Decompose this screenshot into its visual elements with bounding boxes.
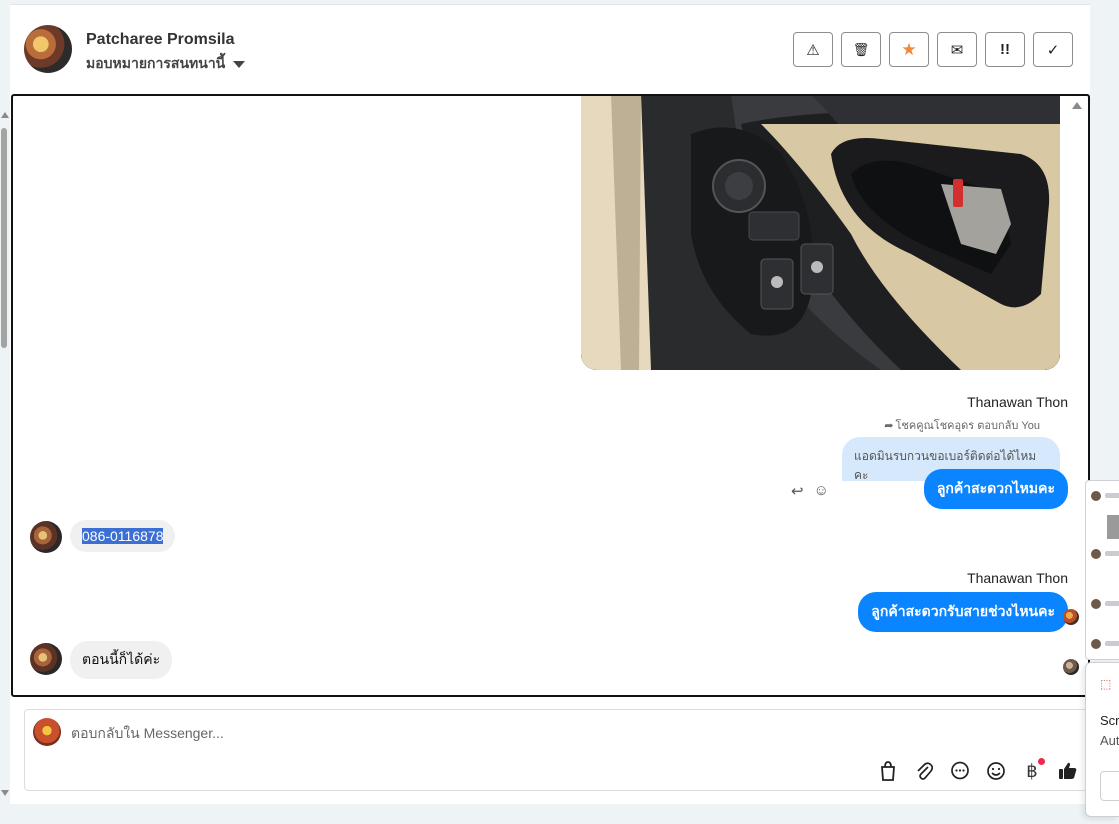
extension-logo-icon: ⬚	[1100, 677, 1112, 691]
sender-name: Thanawan Thon	[967, 394, 1068, 410]
preview-row	[1091, 639, 1119, 651]
envelope-open-icon: ✉	[950, 41, 964, 59]
page-avatar	[33, 718, 61, 746]
paperclip-icon[interactable]	[913, 760, 935, 782]
priority-button[interactable]: !!	[985, 32, 1025, 67]
conversation-toolbar: ⚠ 🗑 ★ ✉ !! ✓	[793, 32, 1073, 67]
caret-down-icon	[233, 60, 246, 68]
contact-avatar-small[interactable]	[30, 521, 62, 553]
reply-input[interactable]	[71, 720, 971, 746]
trash-icon: 🗑	[852, 41, 870, 57]
star-icon: ★	[901, 39, 917, 59]
preview-row	[1091, 599, 1119, 611]
delete-button[interactable]: 🗑	[841, 32, 881, 67]
outgoing-message[interactable]: ลูกค้าสะดวกไหมคะ	[923, 469, 1068, 509]
reply-icon[interactable]: ↩	[791, 482, 804, 500]
preview-row	[1091, 515, 1119, 539]
payment-baht-icon[interactable]: ฿	[1021, 758, 1045, 782]
incoming-message[interactable]: ตอนนี้ก็ได้ค่ะ	[70, 641, 173, 679]
reply-arrow-icon: ➦	[884, 419, 894, 432]
attached-photo-car-door[interactable]	[581, 96, 1060, 370]
assign-dropdown[interactable]: มอบหมายการสนทนานี้	[86, 53, 246, 75]
scroll-down-arrow-icon[interactable]	[1, 790, 9, 796]
assign-label: มอบหมายการสนทนานี้	[86, 55, 226, 71]
contact-name[interactable]: Patcharee Promsila	[86, 31, 235, 49]
car-door-image	[581, 96, 1060, 370]
sender-name: Thanawan Thon	[967, 570, 1068, 586]
floating-chat-preview[interactable]	[1085, 480, 1119, 660]
preview-row	[1091, 549, 1119, 561]
outgoing-message[interactable]: ลูกค้าสะดวกรับสายช่วงไหนคะ	[858, 592, 1068, 632]
thumbs-up-icon[interactable]	[1057, 760, 1079, 782]
message-thread[interactable]: Thanawan Thon ➦ โชคคูณโชคอุดร ตอบกลับ Yo…	[11, 94, 1090, 697]
warning-icon: ⚠	[806, 41, 820, 59]
reply-note-text: โชคคูณโชคอุดร ตอบกลับ You	[895, 420, 1040, 432]
toast-button[interactable]	[1100, 771, 1119, 801]
done-button[interactable]: ✓	[1033, 32, 1073, 67]
message-actions: ↩ ☺	[791, 482, 829, 500]
composer-toolbar: ฿	[877, 758, 1079, 782]
notification-dot	[1038, 758, 1045, 765]
scroll-up-arrow-icon[interactable]	[1, 112, 9, 118]
emoji-react-icon[interactable]: ☺	[814, 482, 829, 500]
check-icon: ✓	[1046, 41, 1060, 59]
preview-row	[1091, 491, 1119, 503]
reply-composer: ฿	[24, 709, 1090, 791]
incoming-message[interactable]: 086-0116878	[70, 520, 176, 552]
emoji-icon[interactable]	[985, 760, 1007, 782]
saved-reply-icon[interactable]	[949, 760, 971, 782]
reply-note: ➦ โชคคูณโชคอุดร ตอบกลับ You	[884, 416, 1040, 434]
inbox-conversation: Patcharee Promsila มอบหมายการสนทนานี้ ⚠ …	[10, 4, 1090, 804]
seen-avatar-icon	[1063, 609, 1079, 625]
scroll-thumb[interactable]	[1, 128, 7, 348]
mark-unread-button[interactable]: ✉	[937, 32, 977, 67]
thread-scroll-up-icon[interactable]	[1072, 102, 1082, 109]
extension-toast[interactable]: ⬚ Scr Aut	[1085, 662, 1119, 817]
contact-avatar-small[interactable]	[30, 643, 62, 675]
shopping-bag-icon[interactable]	[877, 760, 899, 782]
report-button[interactable]: ⚠	[793, 32, 833, 67]
toast-subtitle: Aut	[1100, 733, 1119, 748]
page-scrollbar[interactable]	[0, 100, 10, 800]
toast-title: Scr	[1100, 713, 1119, 728]
star-button[interactable]: ★	[889, 32, 929, 67]
exclamation-icon: !!	[1000, 41, 1010, 58]
phone-number-text[interactable]: 086-0116878	[82, 528, 164, 544]
read-receipt-avatar-icon	[1063, 659, 1079, 675]
contact-avatar[interactable]	[24, 25, 72, 73]
conversation-header: Patcharee Promsila มอบหมายการสนทนานี้ ⚠ …	[10, 5, 1090, 93]
